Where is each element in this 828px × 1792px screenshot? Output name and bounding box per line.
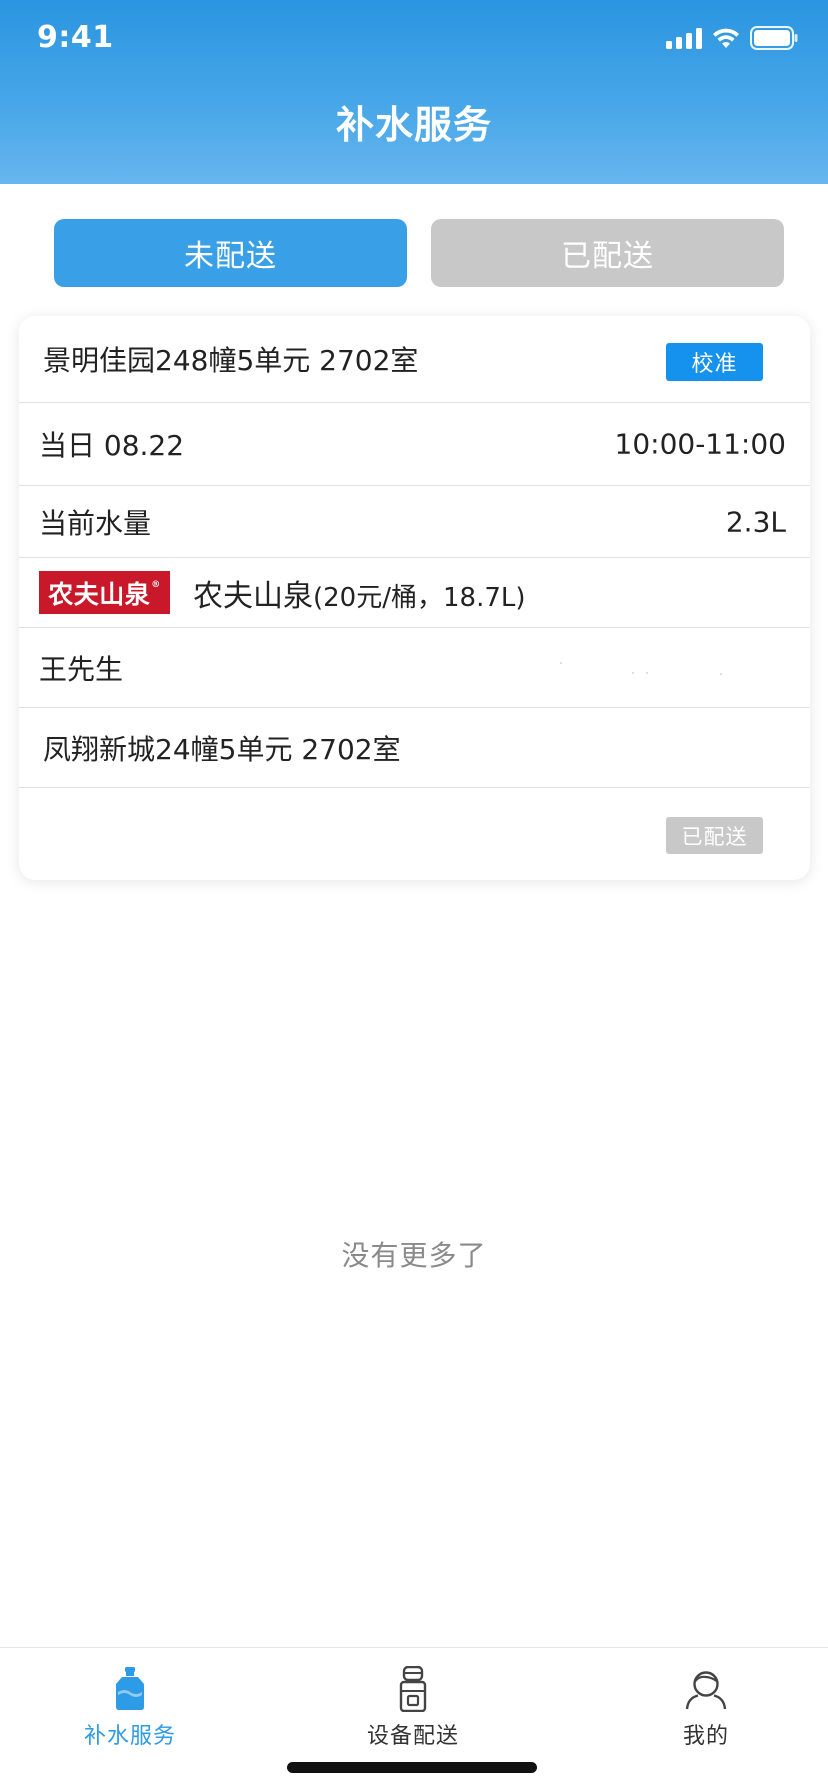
calibrate-button[interactable]: 校准 [666,343,763,381]
tab-undelivered[interactable]: 未配送 [54,219,407,287]
contact-name: 王先生 [39,652,124,686]
brand-logo-text: 农夫山泉 [48,579,151,609]
product-info: 农夫山泉(20元/桶，18.7L) [193,571,526,615]
device-address: 景明佳园248幢5单元 2702室 [43,344,419,377]
contact-row: 王先生 [19,628,810,708]
water-level-label: 当前水量 [39,506,152,540]
home-indicator[interactable] [287,1762,537,1773]
water-level-value: 2.3L [725,505,786,538]
app-screen: 9:41 补水服务 未配送 已配送 景明佳园248幢5单元 2702室 校准 当… [0,0,828,1792]
delivery-date: 当日 08.22 [39,429,185,462]
water-bottle-icon [107,1666,153,1712]
order-card[interactable]: 景明佳园248幢5单元 2702室 校准 当日 08.22 10:00-11:0… [19,316,810,880]
tabbar-item-mine[interactable]: 我的 [626,1666,786,1756]
tabbar-label-mine: 我的 [682,1724,729,1749]
status-time: 9:41 [37,20,114,55]
device-address-row: 景明佳园248幢5单元 2702室 校准 [19,316,810,403]
no-more-hint: 没有更多了 [341,1239,487,1272]
tabbar-item-water-service[interactable]: 补水服务 [50,1666,210,1756]
user-profile-icon [683,1666,729,1712]
brand-logo: 农夫山泉 ® [39,571,170,614]
delivery-time-slot: 10:00-11:00 [614,427,787,461]
phone-number-faded [560,662,780,675]
product-row: 农夫山泉 ® 农夫山泉(20元/桶，18.7L) [19,558,810,628]
product-name: 农夫山泉 [193,578,313,614]
battery-icon [750,26,798,50]
delivered-status-button[interactable]: 已配送 [666,817,763,854]
delivery-address-row: 凤翔新城24幢5单元 2702室 [19,708,810,788]
delivery-status-tabs: 未配送 已配送 [54,219,784,287]
tabbar-label-device-delivery: 设备配送 [366,1724,459,1749]
delivery-address: 凤翔新城24幢5单元 2702室 [43,732,401,766]
status-icons [666,24,798,52]
water-level-row: 当前水量 2.3L [19,486,810,558]
tabbar-item-device-delivery[interactable]: 设备配送 [333,1666,493,1756]
wifi-icon [712,27,740,49]
cellular-signal-icon [666,27,702,49]
water-dispenser-icon [390,1666,436,1712]
order-status-row: 已配送 [19,788,810,880]
tab-delivered[interactable]: 已配送 [431,219,784,287]
header: 9:41 补水服务 [0,0,828,184]
delivery-time-row: 当日 08.22 10:00-11:00 [19,403,810,486]
page-title: 补水服务 [335,103,492,147]
tabbar-label-water-service: 补水服务 [83,1724,176,1749]
product-spec: (20元/桶，18.7L) [313,582,526,613]
